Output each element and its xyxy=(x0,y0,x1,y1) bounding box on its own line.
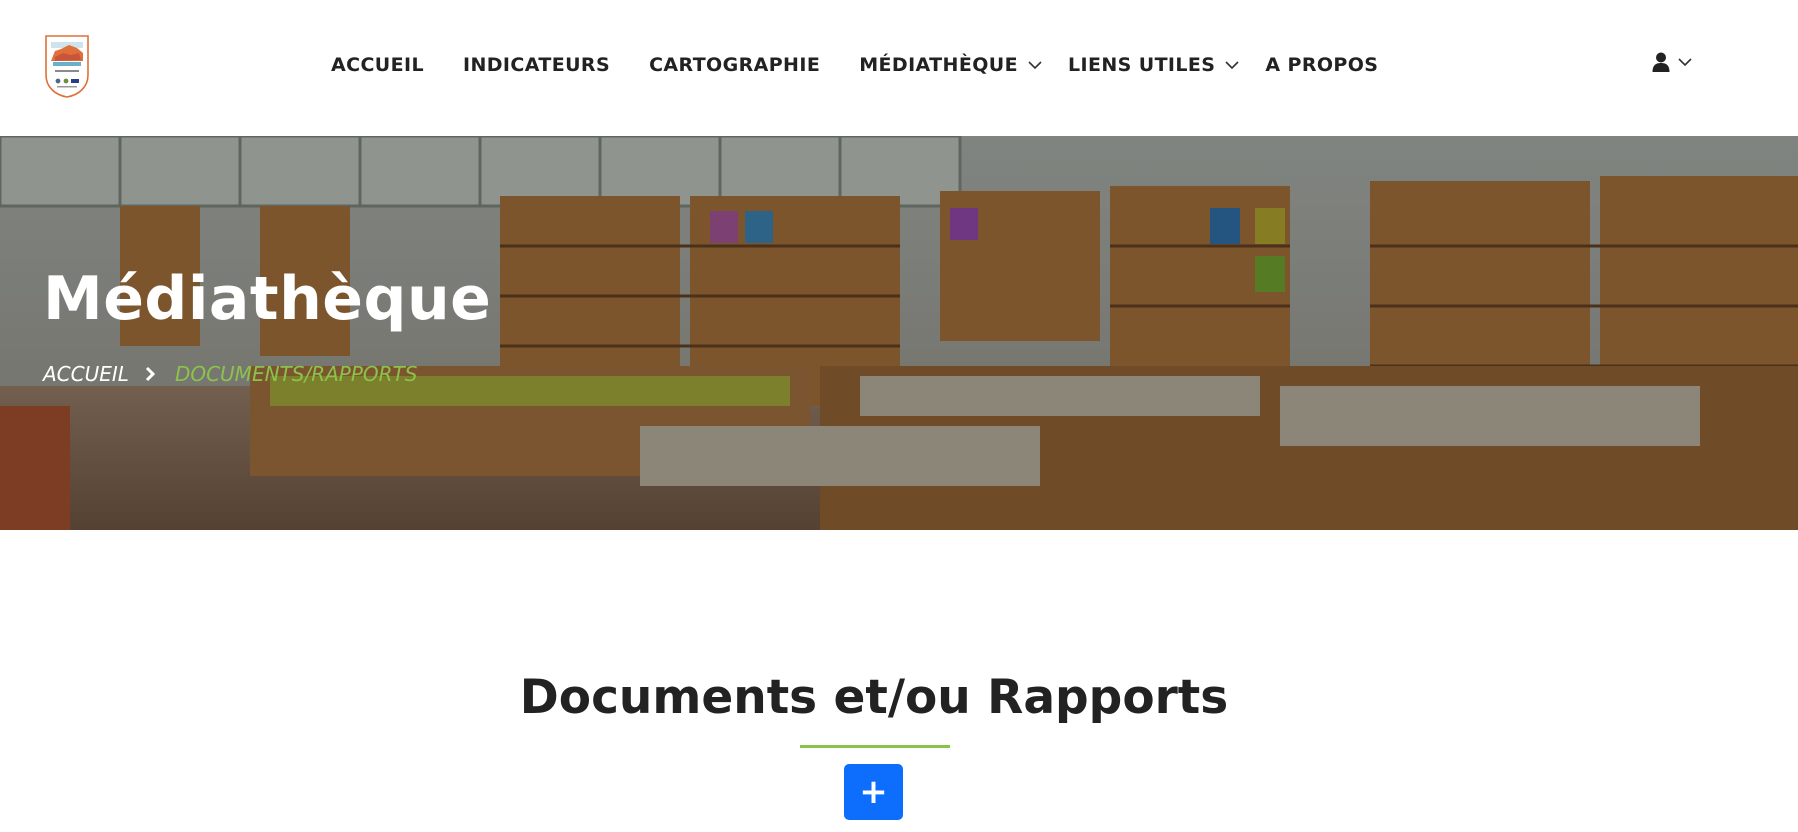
nav-label: LIENS UTILES xyxy=(1067,54,1216,76)
site-header: ACCUEIL INDICATEURS CARTOGRAPHIE MÉDIATH… xyxy=(0,0,1798,136)
hero-banner: Médiathèque ACCUEIL DOCUMENTS/RAPPORTS xyxy=(0,136,1798,530)
breadcrumb-home-link[interactable]: ACCUEIL xyxy=(43,362,129,386)
nav-label: ACCUEIL xyxy=(331,54,424,76)
user-menu-button[interactable] xyxy=(1652,52,1692,72)
user-icon xyxy=(1652,52,1670,72)
municipal-emblem-icon xyxy=(45,35,89,98)
chevron-down-icon xyxy=(1678,58,1692,67)
add-document-button[interactable]: + xyxy=(844,764,903,820)
site-logo[interactable] xyxy=(43,33,91,99)
nav-item-mediatheque[interactable]: MÉDIATHÈQUE xyxy=(859,54,1042,76)
nav-item-indicateurs[interactable]: INDICATEURS xyxy=(463,54,610,76)
chevron-right-icon xyxy=(145,366,156,382)
nav-item-cartographie[interactable]: CARTOGRAPHIE xyxy=(649,54,820,76)
plus-icon: + xyxy=(859,772,888,812)
main-navigation: ACCUEIL INDICATEURS CARTOGRAPHIE MÉDIATH… xyxy=(331,48,1378,82)
breadcrumb-current: DOCUMENTS/RAPPORTS xyxy=(174,362,418,386)
breadcrumb: ACCUEIL DOCUMENTS/RAPPORTS xyxy=(43,362,417,386)
page-title: Médiathèque xyxy=(43,264,492,334)
section-divider xyxy=(800,745,950,748)
chevron-down-icon xyxy=(1225,61,1239,70)
nav-label: A PROPOS xyxy=(1265,54,1379,76)
nav-item-liens-utiles[interactable]: LIENS UTILES xyxy=(1068,54,1239,76)
section-title: Documents et/ou Rapports xyxy=(519,670,1229,725)
nav-label: CARTOGRAPHIE xyxy=(649,54,821,76)
nav-label: MÉDIATHÈQUE xyxy=(859,54,1018,76)
chevron-down-icon xyxy=(1028,61,1042,70)
nav-item-accueil[interactable]: ACCUEIL xyxy=(331,54,424,76)
nav-label: INDICATEURS xyxy=(462,54,611,76)
nav-item-a-propos[interactable]: A PROPOS xyxy=(1265,54,1378,76)
